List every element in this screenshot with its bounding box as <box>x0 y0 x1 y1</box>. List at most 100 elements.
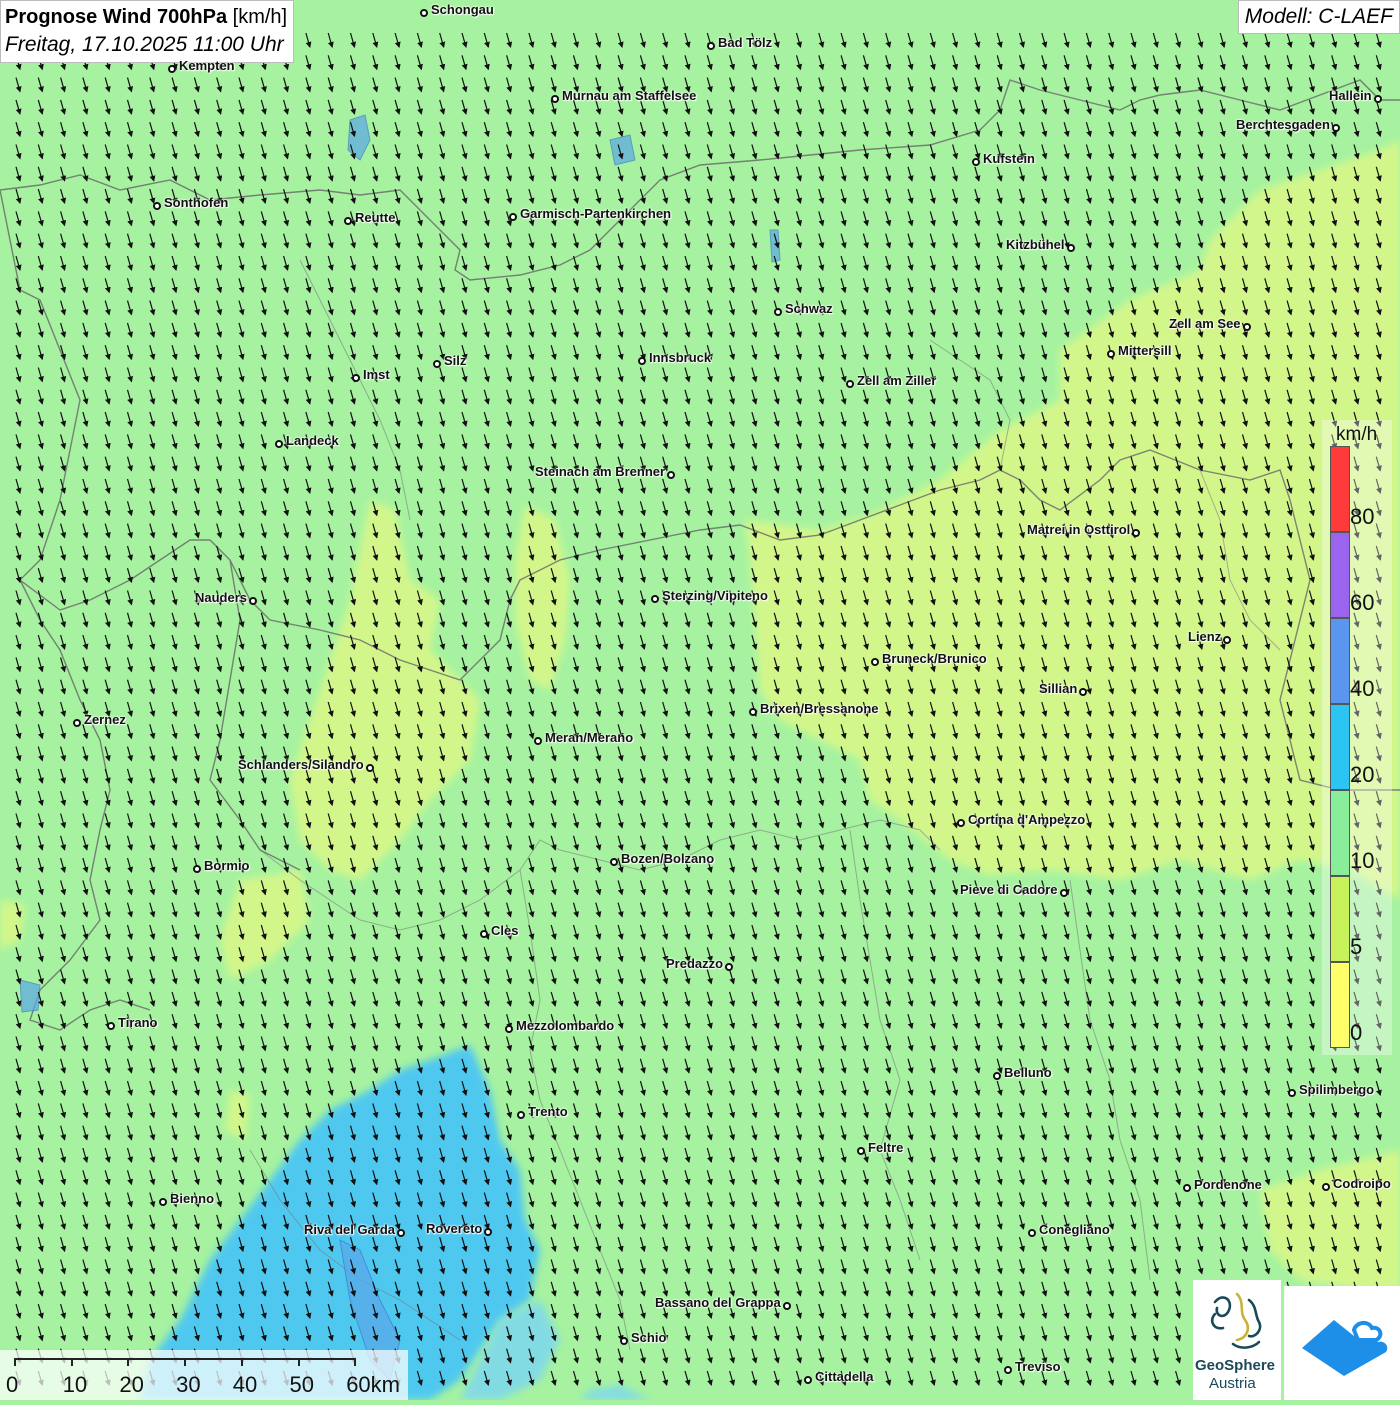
city-label: Berchtesgaden <box>1236 117 1330 132</box>
city-marker <box>1028 1229 1036 1237</box>
city-label: Meran/Merano <box>545 730 634 745</box>
city-marker <box>1060 889 1068 897</box>
city-marker <box>1107 350 1115 358</box>
scale-label: 20 <box>119 1372 144 1397</box>
city-marker <box>433 360 441 368</box>
legend-color-segment <box>1330 704 1350 790</box>
legend-color-segment <box>1330 446 1350 532</box>
city-label: Bozen/Bolzano <box>621 851 715 866</box>
city-marker <box>871 658 879 666</box>
city-marker <box>725 963 733 971</box>
city-marker <box>534 737 542 745</box>
legend-tick-label: 10 <box>1350 848 1375 873</box>
city-label: Bad Tölz <box>718 35 773 50</box>
city-marker <box>774 308 782 316</box>
city-label: Schlanders/Silandro <box>238 757 364 772</box>
city-label: Riva del Garda <box>304 1222 396 1237</box>
city-marker <box>972 158 980 166</box>
city-label: Landeck <box>286 433 339 448</box>
city-label: Bruneck/Brunico <box>882 651 987 666</box>
geosphere-logo: GeoSphere Austria <box>1193 1280 1281 1400</box>
city-marker <box>517 1111 525 1119</box>
city-label: Mittersill <box>1118 343 1172 358</box>
city-label: Zell am Ziller <box>857 373 937 388</box>
city-marker <box>638 357 646 365</box>
city-marker <box>707 42 715 50</box>
scale-tick <box>70 1358 73 1366</box>
map-subtitle: Freitag, 17.10.2025 11:00 Uhr <box>5 33 284 56</box>
scale-label: 40 <box>232 1372 258 1397</box>
city-marker <box>804 1376 812 1384</box>
city-label: Schwaz <box>785 301 833 316</box>
legend-color-segment <box>1330 962 1350 1048</box>
city-marker <box>1243 323 1251 331</box>
legend-tick-label: 80 <box>1350 504 1375 529</box>
weather-logo <box>1284 1286 1400 1400</box>
city-marker <box>1374 95 1382 103</box>
mountain-cloud-logo-icon <box>1302 1320 1388 1376</box>
city-marker <box>1288 1089 1296 1097</box>
legend-tick-label: 20 <box>1350 762 1375 787</box>
city-marker <box>1079 688 1087 696</box>
city-label: Lienz <box>1188 629 1222 644</box>
city-label: Rovereto <box>426 1221 483 1236</box>
city-label: Murnau am Staffelsee <box>562 88 697 103</box>
legend-color-segment <box>1330 790 1350 876</box>
city-label: Bienno <box>170 1191 215 1206</box>
city-label: Imst <box>363 367 390 382</box>
city-marker <box>667 471 675 479</box>
city-label: Conegliano <box>1039 1222 1110 1237</box>
scale-label: 30 <box>176 1372 201 1397</box>
city-marker <box>1322 1183 1330 1191</box>
scale-tick <box>14 1358 16 1366</box>
city-label: Treviso <box>1015 1359 1061 1374</box>
city-label: Sillian <box>1039 681 1078 696</box>
city-marker <box>993 1072 1001 1080</box>
scale-tick <box>127 1358 130 1366</box>
city-label: Hallein <box>1329 88 1372 103</box>
city-label: Belluno <box>1004 1065 1052 1080</box>
city-label: Spilimbergo <box>1299 1082 1375 1097</box>
geosphere-country: Austria <box>1209 1375 1256 1392</box>
city-marker <box>1067 244 1075 252</box>
city-marker <box>783 1302 791 1310</box>
city-label: Kufstein <box>983 151 1035 166</box>
legend-unit: km/h <box>1336 424 1378 445</box>
scale-tick <box>297 1358 300 1366</box>
city-marker <box>484 1228 492 1236</box>
city-label: Predazzo <box>666 956 724 971</box>
color-legend: km/h 80 60 40 20 10 5 0 <box>1322 420 1400 1060</box>
city-label: Brixen/Bressanone <box>760 701 879 716</box>
legend-color-segment <box>1330 618 1350 704</box>
city-label: Innsbruck <box>649 350 712 365</box>
geosphere-logo-icon <box>1210 1292 1262 1349</box>
scale-tick <box>240 1358 243 1366</box>
city-label: Tirano <box>118 1015 158 1030</box>
scale-label: 60km <box>346 1372 400 1397</box>
city-marker <box>651 595 659 603</box>
city-marker <box>1332 124 1340 132</box>
city-marker <box>366 764 374 772</box>
city-label: Nauders <box>195 590 248 605</box>
city-marker <box>505 1025 513 1033</box>
city-marker <box>249 597 257 605</box>
city-label: Sonthofen <box>164 195 229 210</box>
city-label: Zell am See <box>1169 316 1241 331</box>
city-marker <box>193 865 201 873</box>
city-marker <box>749 708 757 716</box>
city-label: Cortina d'Ampezzo <box>968 812 1086 827</box>
scale-label: 0 <box>6 1372 19 1397</box>
scale-bar: 0 10 20 30 40 50 60km <box>0 1350 408 1400</box>
city-marker <box>857 1147 865 1155</box>
city-label: Schio <box>631 1330 667 1345</box>
city-marker <box>480 930 488 938</box>
map-title: Prognose Wind 700hPa [km/h] <box>5 6 288 28</box>
city-label: Cittadella <box>815 1369 874 1384</box>
city-label: Silz <box>444 353 467 368</box>
city-label: Codroipo <box>1333 1176 1391 1191</box>
city-label: Kitzbühel <box>1006 237 1065 252</box>
city-label: Zernez <box>84 712 126 727</box>
city-label: Pieve di Cadore <box>960 882 1058 897</box>
legend-tick-label: 60 <box>1350 590 1375 615</box>
city-marker <box>1223 636 1231 644</box>
